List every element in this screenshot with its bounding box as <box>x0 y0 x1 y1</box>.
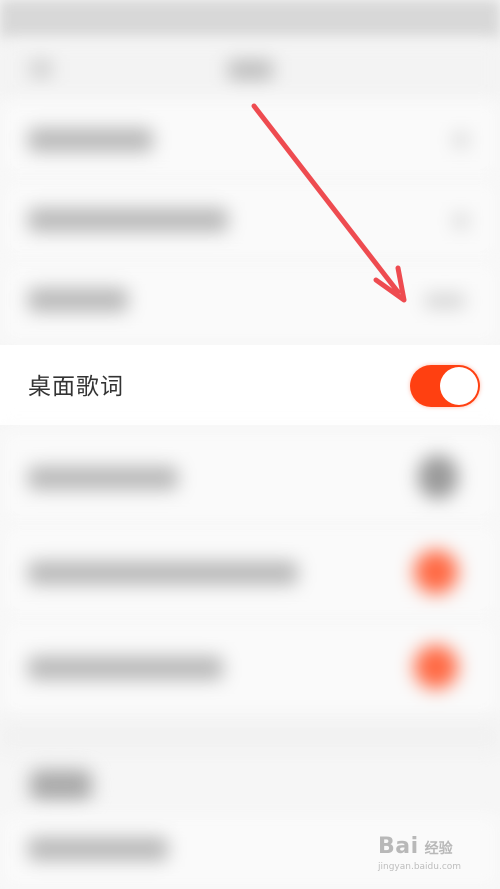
desktop-lyrics-label: 桌面歌词 <box>28 374 124 400</box>
settings-row-label <box>28 561 298 585</box>
section-divider <box>0 725 500 750</box>
toggle-off[interactable] <box>418 455 458 499</box>
toggle-on[interactable] <box>414 645 458 689</box>
watermark-brand: Bai <box>378 834 419 859</box>
watermark-url: jingyan.baidu.com <box>378 862 462 872</box>
settings-row-label <box>28 656 223 680</box>
settings-row-3[interactable] <box>0 262 500 345</box>
back-arrow-icon[interactable] <box>30 60 52 78</box>
settings-row-2[interactable] <box>0 180 500 263</box>
settings-row-label <box>28 208 228 232</box>
desktop-lyrics-row: 桌面歌词 <box>0 345 500 425</box>
settings-row-6[interactable] <box>0 525 500 621</box>
chevron-right-icon <box>454 214 468 228</box>
baidu-watermark: Bai 经验 jingyan.baidu.com <box>378 834 461 872</box>
section-header <box>30 770 92 800</box>
toggle-on[interactable] <box>414 550 458 594</box>
toggle-knob <box>440 367 478 405</box>
settings-row-value <box>425 294 465 308</box>
settings-row-1[interactable] <box>0 100 500 181</box>
chevron-right-icon <box>454 133 468 147</box>
settings-row-7[interactable] <box>0 620 500 716</box>
watermark-suffix: 经验 <box>424 841 453 857</box>
page-title <box>228 60 273 80</box>
desktop-lyrics-toggle[interactable] <box>410 365 480 407</box>
settings-row-label <box>28 466 178 490</box>
settings-row-label <box>28 837 168 861</box>
status-bar <box>0 0 500 40</box>
settings-row-5[interactable] <box>0 430 500 526</box>
settings-row-label <box>28 128 153 152</box>
settings-row-label <box>28 288 128 312</box>
nav-bar <box>0 40 500 100</box>
